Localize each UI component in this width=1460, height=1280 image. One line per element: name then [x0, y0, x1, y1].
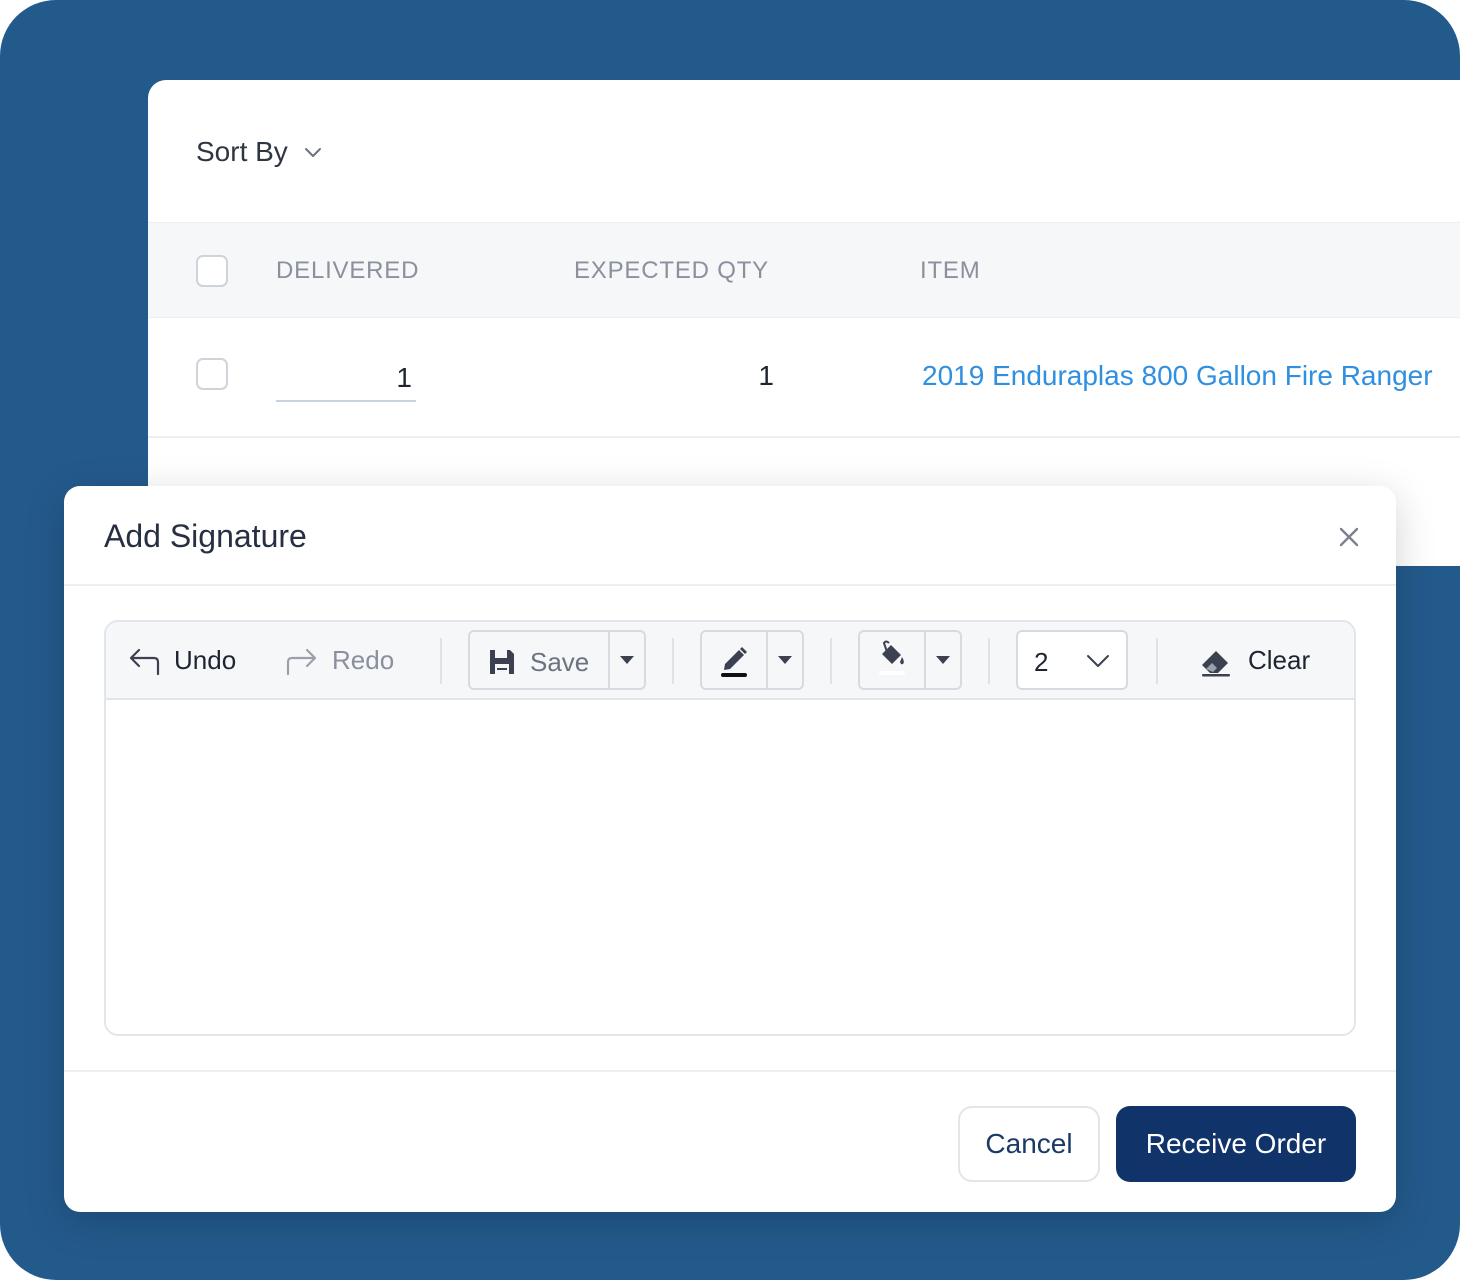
split-divider — [608, 632, 610, 688]
toolbar-divider — [672, 638, 674, 684]
select-all-checkbox[interactable] — [196, 255, 228, 287]
chevron-down-icon — [1087, 655, 1109, 667]
modal-footer: Cancel Receive Order — [64, 1070, 1396, 1212]
save-split-button[interactable]: Save — [468, 630, 646, 690]
floppy-disk-icon — [490, 650, 514, 674]
signature-toolbar: Undo Redo Save 2 Clear — [106, 622, 1354, 700]
delivered-qty-input[interactable]: 1 — [276, 354, 416, 402]
split-divider — [766, 632, 768, 688]
signature-pad: Undo Redo Save 2 Clear — [104, 620, 1356, 1036]
row-checkbox[interactable] — [196, 358, 228, 390]
sort-by-label: Sort By — [196, 136, 288, 167]
split-divider — [924, 632, 926, 688]
modal-title: Add Signature — [104, 518, 307, 554]
clear-button[interactable]: Clear — [1198, 640, 1310, 680]
save-button[interactable]: Save — [488, 642, 589, 682]
app-frame: Sort By DELIVERED EXPECTED QTY ITEM 1 1 … — [0, 0, 1460, 1280]
caret-down-icon[interactable] — [936, 656, 950, 664]
chevron-down-icon — [304, 148, 321, 157]
redo-label: Redo — [332, 644, 395, 675]
redo-icon — [286, 648, 317, 676]
caret-down-icon[interactable] — [778, 656, 792, 664]
column-header-item: ITEM — [920, 257, 981, 284]
add-signature-modal: Add Signature Undo Redo Save 2 Clear Can… — [64, 486, 1396, 1212]
fill-color-split-button[interactable] — [858, 630, 962, 690]
toolbar-divider — [440, 638, 442, 684]
signature-canvas[interactable] — [106, 700, 1354, 1034]
pen-width-value: 2 — [1034, 647, 1049, 677]
undo-label: Undo — [174, 644, 237, 675]
pen-width-select[interactable]: 2 — [1016, 630, 1128, 690]
paint-bucket-icon[interactable] — [877, 640, 907, 676]
clear-label: Clear — [1248, 644, 1311, 675]
pen-color-split-button[interactable] — [700, 630, 804, 690]
item-link[interactable]: 2019 Enduraplas 800 Gallon Fire Ranger — [922, 360, 1433, 392]
toolbar-divider — [988, 638, 990, 684]
receive-order-button[interactable]: Receive Order — [1116, 1106, 1356, 1182]
column-header-expected-qty: EXPECTED QTY — [574, 257, 769, 284]
pen-icon[interactable] — [719, 642, 749, 678]
table-header: DELIVERED EXPECTED QTY ITEM — [148, 222, 1460, 318]
undo-button[interactable]: Undo — [128, 640, 236, 680]
cancel-button[interactable]: Cancel — [958, 1106, 1100, 1182]
eraser-icon — [1202, 651, 1230, 677]
toolbar-divider — [1156, 638, 1158, 684]
table-row: 1 1 2019 Enduraplas 800 Gallon Fire Rang… — [148, 318, 1460, 438]
expected-qty-value: 1 — [758, 360, 774, 391]
toolbar-divider — [830, 638, 832, 684]
caret-down-icon[interactable] — [620, 656, 634, 664]
save-label: Save — [530, 646, 590, 677]
modal-header: Add Signature — [64, 486, 1396, 586]
undo-icon — [129, 648, 160, 676]
close-icon[interactable] — [1336, 524, 1362, 550]
column-header-delivered: DELIVERED — [276, 257, 420, 284]
sort-by-dropdown[interactable]: Sort By — [196, 136, 324, 168]
redo-button[interactable]: Redo — [286, 640, 394, 680]
